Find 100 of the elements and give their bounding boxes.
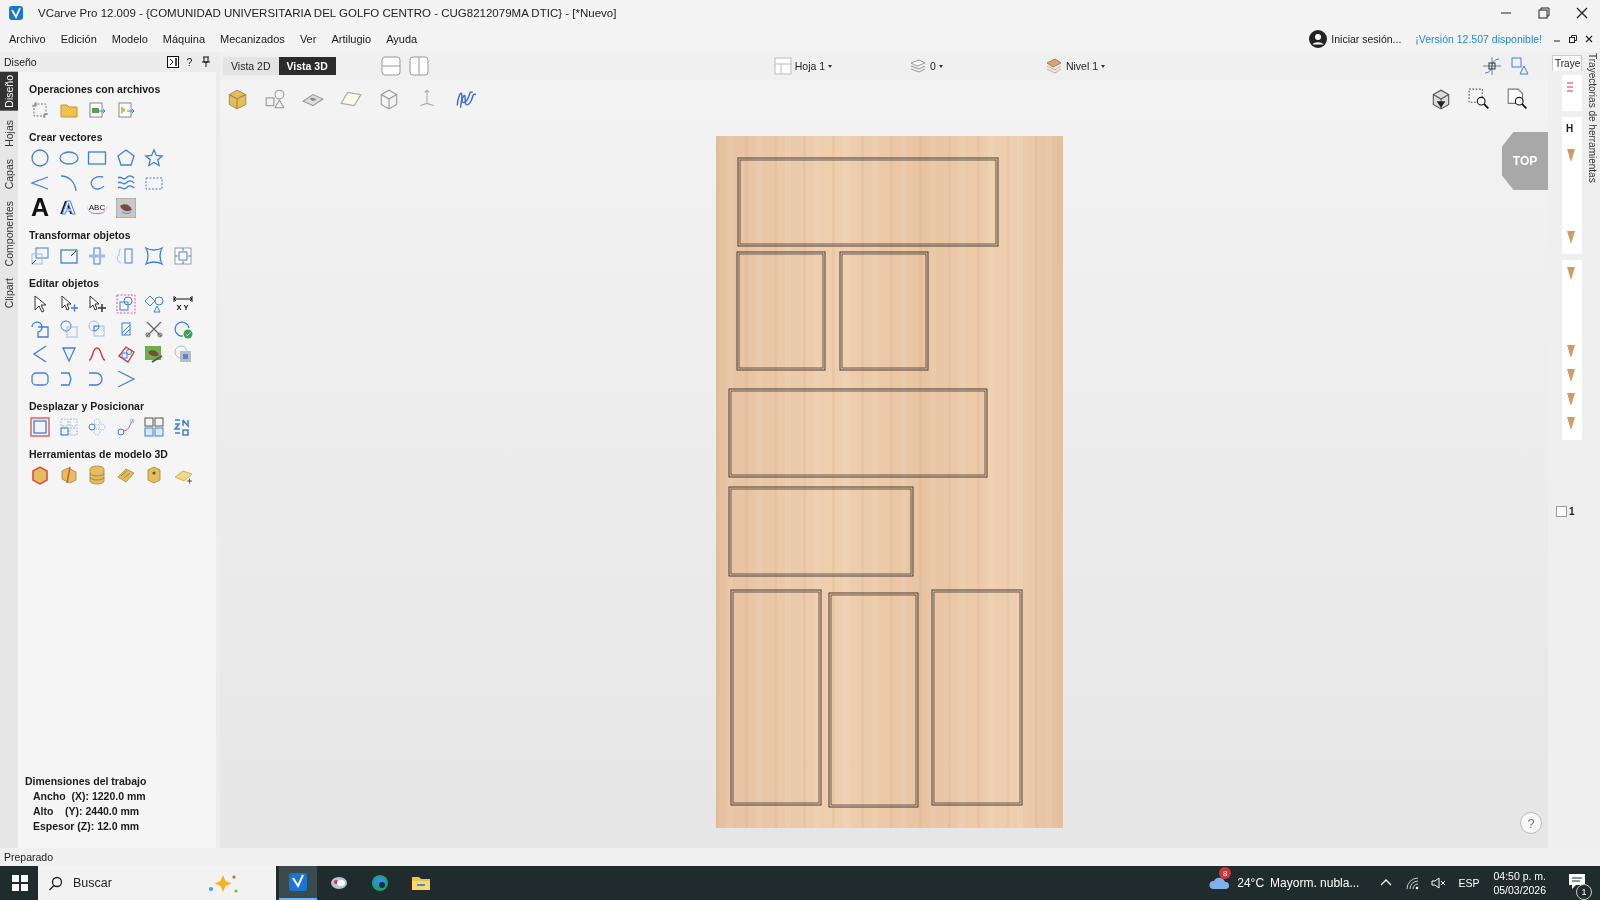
menu-item[interactable]: Ver: [299, 33, 317, 45]
job-dimension: Ancho (X): 1220.0 mm: [32, 789, 147, 804]
search-icon: [48, 875, 63, 891]
restore-icon[interactable]: [1568, 34, 1578, 44]
mirror-icon[interactable]: [115, 245, 136, 266]
close-icon[interactable]: [1584, 34, 1594, 44]
weld-icon[interactable]: [30, 318, 50, 339]
toolpaths-tab[interactable]: Traye: [1552, 55, 1582, 71]
vcarve-app-icon[interactable]: [288, 872, 308, 892]
clock-time[interactable]: 04:50 p. m.: [1493, 869, 1546, 883]
text-tool-button[interactable]: ABC: [87, 201, 107, 214]
distort-icon[interactable]: [144, 245, 164, 266]
section-title: Crear vectores: [29, 130, 104, 145]
menu-item[interactable]: Artilugio: [331, 33, 372, 45]
selection-icon[interactable]: [115, 293, 136, 314]
menu-item[interactable]: Ayuda: [386, 33, 418, 45]
speaker-muted-icon[interactable]: [1431, 876, 1447, 890]
search-box[interactable]: Buscar: [38, 866, 276, 900]
pin-icon[interactable]: [200, 56, 212, 68]
cutter-icon: [1566, 148, 1576, 162]
menu-item[interactable]: Edición: [60, 33, 97, 45]
shape-snap-icon[interactable]: [1510, 56, 1530, 76]
notification-icon[interactable]: [1568, 872, 1586, 891]
import-icon[interactable]: [115, 99, 136, 120]
shapes-icon[interactable]: [264, 88, 286, 110]
pentagon-icon[interactable]: [115, 147, 136, 168]
side-tab[interactable]: Hojas: [0, 116, 18, 150]
expand-panel-icon[interactable]: [167, 56, 179, 68]
notification-badge: 8: [1219, 867, 1232, 879]
close-icon[interactable]: [1574, 5, 1590, 21]
zoom-area-icon[interactable]: [1468, 88, 1490, 110]
cutter-icon: [1566, 392, 1576, 406]
weather-text[interactable]: Mayorm. nubla...: [1270, 876, 1360, 890]
menu-item[interactable]: Mecanizados: [220, 33, 285, 45]
windows-start-icon[interactable]: [12, 875, 28, 891]
shapes-icon[interactable]: [144, 293, 164, 314]
horizontal-split-icon[interactable]: [380, 56, 401, 76]
search-field[interactable]: Buscar: [73, 876, 193, 890]
circle-icon[interactable]: [30, 147, 50, 168]
crop-icon[interactable]: [30, 99, 50, 120]
edge-browser-icon[interactable]: [370, 873, 390, 893]
count-dropdown[interactable]: 0: [909, 57, 943, 75]
restore-icon[interactable]: [1536, 5, 1552, 21]
node-edit-icon[interactable]: [58, 293, 79, 314]
side-tab[interactable]: Diseño: [0, 72, 18, 111]
box-3d-icon[interactable]: [30, 464, 50, 485]
align-icon[interactable]: [87, 245, 107, 266]
checkbox[interactable]: [1556, 506, 1567, 517]
frame-icon[interactable]: [30, 416, 50, 437]
stack-3d-icon[interactable]: [87, 464, 107, 485]
help-button[interactable]: ?: [183, 56, 196, 68]
grid-icon[interactable]: [58, 416, 79, 437]
snap-icon[interactable]: [1482, 56, 1502, 76]
bird-picture-icon[interactable]: [115, 197, 136, 218]
menu-item[interactable]: Modelo: [111, 33, 148, 45]
star-icon[interactable]: [144, 147, 164, 168]
side-tab[interactable]: Capas: [0, 155, 18, 192]
array-grid-icon[interactable]: [144, 416, 164, 437]
wood-layers-icon: [1044, 57, 1063, 75]
arc-icon[interactable]: [58, 172, 79, 193]
toolpath-icon[interactable]: [454, 88, 476, 110]
path-array-icon[interactable]: [115, 416, 136, 437]
vertical-split-icon[interactable]: [408, 56, 429, 76]
move-icon[interactable]: [87, 293, 107, 314]
gem-3d-icon[interactable]: [144, 464, 164, 485]
scale-icon[interactable]: [30, 245, 50, 266]
wireframe-box-icon[interactable]: [378, 88, 400, 110]
help-button[interactable]: ?: [1520, 812, 1542, 834]
zoom-page-icon[interactable]: [1506, 88, 1528, 110]
view-tab[interactable]: Vista 3D: [278, 57, 336, 75]
menu-item[interactable]: Máquina: [162, 33, 206, 45]
sheet-dropdown[interactable]: Hoja 1: [773, 57, 833, 75]
menu-item[interactable]: Archivo: [9, 33, 46, 45]
level-dropdown[interactable]: Nivel 1: [1044, 57, 1106, 75]
language-indicator[interactable]: ESP: [1458, 877, 1480, 889]
dimension-arrow-icon: [172, 295, 193, 302]
job-dimension: Espesor (Z): 12.0 mm: [32, 819, 141, 834]
clock-date[interactable]: 05/03/2026: [1493, 883, 1546, 897]
text-tool-button[interactable]: A: [30, 196, 50, 219]
sheet-layout-icon: [773, 57, 792, 75]
wifi-icon[interactable]: [1405, 876, 1420, 890]
notification-count: 1: [1576, 883, 1592, 900]
cube-view-icon[interactable]: [1430, 88, 1452, 110]
cutter-icon: [1566, 368, 1576, 382]
toolpath-ops-icon[interactable]: [1566, 81, 1574, 93]
picture-edit-icon[interactable]: [144, 343, 164, 364]
fit-icon[interactable]: [172, 245, 193, 266]
check-circle-icon[interactable]: [172, 318, 193, 339]
cutter-icon: [1566, 266, 1576, 280]
solid-block-icon[interactable]: [226, 88, 248, 110]
side-tab[interactable]: Componentes: [0, 197, 18, 270]
image-trace-icon[interactable]: [172, 343, 193, 364]
chevron-icon[interactable]: [115, 368, 136, 389]
side-tab[interactable]: Clipart: [0, 275, 18, 312]
split-3d-icon[interactable]: [58, 464, 79, 485]
circular-array-icon[interactable]: [87, 416, 107, 437]
image-import-icon[interactable]: [87, 99, 107, 120]
temperature-text[interactable]: 24°C: [1237, 876, 1265, 890]
sign-in-link[interactable]: Iniciar sesión...: [1331, 33, 1402, 45]
view-tab[interactable]: Vista 2D: [223, 57, 279, 75]
